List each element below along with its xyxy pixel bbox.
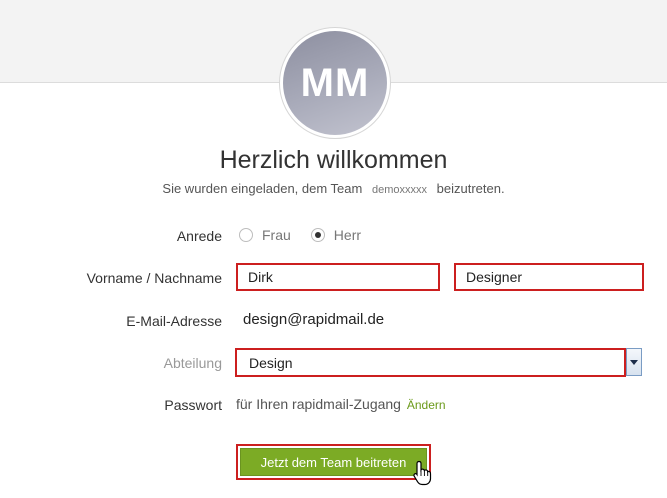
password-info: für Ihren rapidmail-Zugang Ändern xyxy=(236,396,446,412)
change-password-link[interactable]: Ändern xyxy=(407,398,446,412)
hand-cursor-icon xyxy=(413,460,432,486)
salutation-radio-group: Frau Herr xyxy=(239,227,381,243)
name-label: Vorname / Nachname xyxy=(86,270,222,286)
avatar-initials: MM xyxy=(300,60,370,105)
welcome-subtitle: Sie wurden eingeladen, dem Team demoxxxx… xyxy=(0,181,667,196)
radio-herr-label[interactable]: Herr xyxy=(334,227,361,243)
chevron-down-icon xyxy=(630,359,638,365)
subtitle-before: Sie wurden eingeladen, dem Team xyxy=(162,181,363,196)
radio-frau-label[interactable]: Frau xyxy=(262,227,291,243)
department-dropdown-button[interactable] xyxy=(626,348,642,376)
department-label: Abteilung xyxy=(163,355,222,371)
avatar: MM xyxy=(283,31,387,135)
password-text: für Ihren rapidmail-Zugang xyxy=(236,396,401,412)
join-team-button-label[interactable]: Jetzt dem Team beitreten xyxy=(240,448,427,476)
radio-herr[interactable] xyxy=(310,228,325,242)
email-label: E-Mail-Adresse xyxy=(126,313,222,329)
subtitle-after: beizutreten. xyxy=(436,181,505,196)
first-name-input[interactable]: Dirk xyxy=(236,263,440,291)
join-team-button[interactable]: Jetzt dem Team beitreten xyxy=(236,444,431,480)
department-select[interactable]: Design xyxy=(235,348,626,377)
last-name-input[interactable]: Designer xyxy=(454,263,644,291)
radio-selected-dot xyxy=(314,232,321,238)
radio-frau[interactable] xyxy=(239,228,253,242)
team-name: demoxxxxx xyxy=(371,184,428,196)
email-value: design@rapidmail.de xyxy=(243,311,385,328)
password-label: Passwort xyxy=(164,397,222,413)
welcome-title: Herzlich willkommen xyxy=(219,146,448,174)
salutation-label: Anrede xyxy=(176,228,222,244)
